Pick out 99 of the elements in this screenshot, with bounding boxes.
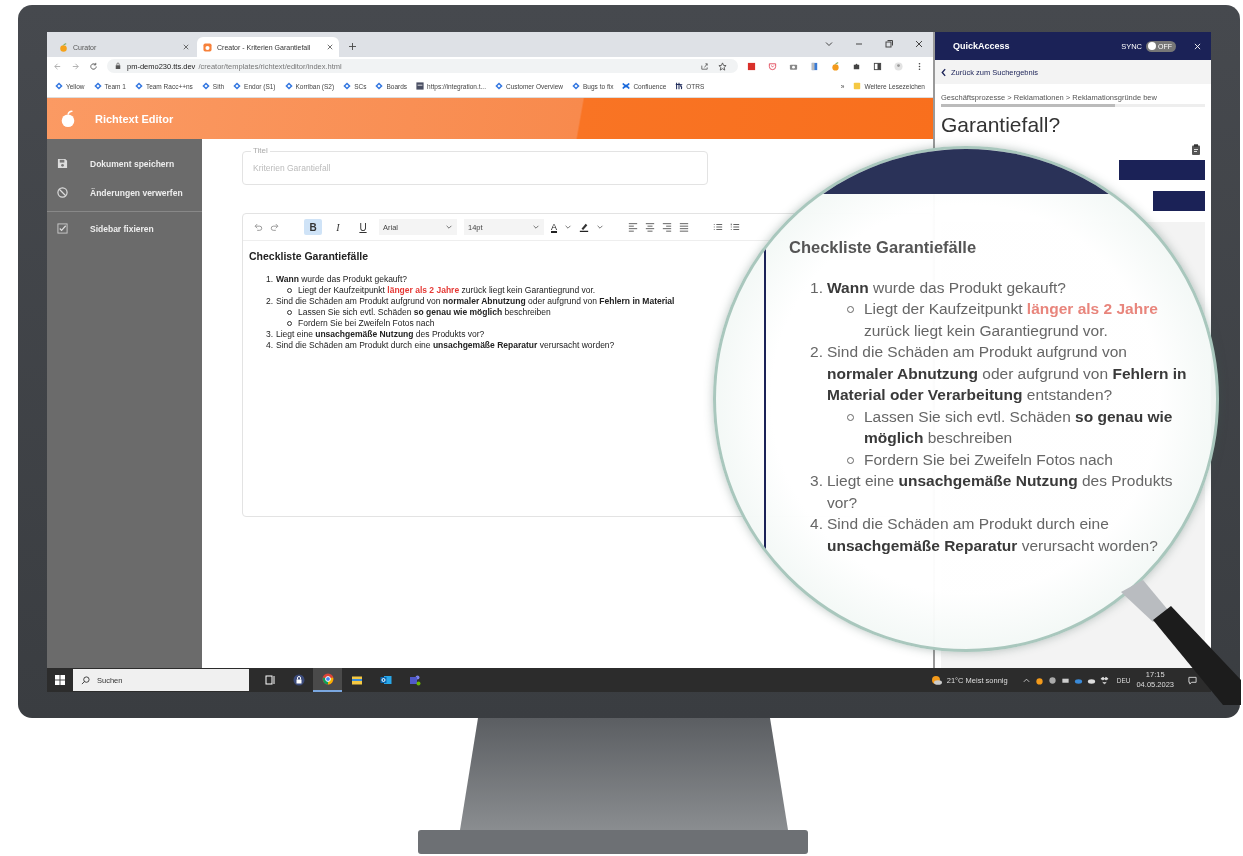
undo-icon[interactable] — [253, 222, 263, 232]
sidebar-item[interactable]: Änderungen verwerfen — [47, 178, 202, 207]
justify-icon[interactable] — [679, 222, 689, 232]
chevron-down-icon — [532, 223, 540, 231]
align-right-icon[interactable] — [662, 222, 672, 232]
reload-icon[interactable] — [89, 61, 98, 71]
highlighter-icon[interactable] — [579, 222, 589, 232]
magnified-heading: Checkliste Garantiefälle — [789, 237, 978, 258]
notification-icon[interactable] — [1188, 675, 1197, 685]
sun-cloud-icon — [930, 674, 943, 686]
list-number: 2. — [264, 296, 273, 307]
dropbox-icon[interactable] — [1099, 675, 1109, 685]
diamond-icon — [375, 82, 384, 90]
redo-icon[interactable] — [270, 222, 280, 232]
magnified-list-item: Liegt eine unsachgemäße Nutzung des Produkts vor? — [827, 471, 1174, 513]
diamond-icon — [284, 82, 293, 90]
mail-app-icon — [379, 674, 392, 686]
text-color-button[interactable]: A — [551, 222, 557, 232]
sidebar-item[interactable]: Dokument speichern — [47, 149, 202, 178]
magnified-list-item: Wann wurde das Produkt gekauft? — [827, 277, 1066, 298]
list-item-text: Liegt der Kaufzeitpunkt länger als 2 Jahre zurück liegt kein Garantiegrund vor. — [298, 285, 596, 296]
magnified-list-item: Sind die Schäden am Produkt aufgrund von normaler Abnutzung oder aufgrund von Fehlern in Material oder Verarbeitung entstanden? — [827, 342, 1188, 405]
lock-icon — [292, 674, 305, 686]
list-number: 1. — [264, 274, 273, 285]
list-item-text: Lassen Sie sich evtl. Schäden so genau wie möglich beschreiben — [298, 307, 551, 318]
logo-icon — [416, 82, 425, 90]
app-icon — [203, 42, 212, 52]
list-item-text: Sind die Schäden am Produkt aufgrund von normaler Abnutzung oder aufgrund von Fehlern in Material — [276, 296, 675, 307]
fruit-icon — [59, 42, 68, 52]
clipboard-icon[interactable] — [1191, 143, 1201, 156]
list-number: 4. — [809, 514, 823, 534]
task-view-icon — [263, 674, 276, 686]
chevron-down-icon[interactable] — [564, 223, 572, 231]
list-number: 1. — [809, 277, 823, 298]
list-number: 2. — [809, 342, 823, 362]
document-heading: Checkliste Garantiefälle — [249, 251, 370, 262]
prohibited-icon — [57, 187, 68, 198]
format-button[interactable]: B — [304, 219, 322, 235]
numbered-list-icon[interactable] — [730, 222, 740, 232]
team-app-icon — [408, 674, 421, 686]
fruit-icon[interactable] — [1034, 675, 1044, 685]
profile-icon[interactable] — [894, 61, 903, 71]
magnified-list-item: Liegt der Kaufzeitpunkt länger als 2 Jahre zurück liegt kein Garantiegrund vor. — [864, 299, 1159, 341]
list-item-text: Sind die Schäden am Produkt durch eine unsachgemäße Reparatur verursacht worden? — [276, 340, 615, 351]
lock-icon — [115, 62, 121, 70]
panel-title: QuickAccess — [953, 41, 1010, 51]
diamond-icon — [201, 82, 210, 90]
star-icon[interactable] — [718, 61, 727, 71]
diamond-icon — [233, 82, 242, 90]
share-icon[interactable] — [700, 61, 709, 71]
fruit-logo-icon — [59, 109, 77, 128]
chevron-down-icon[interactable] — [596, 223, 604, 231]
list-number: 4. — [264, 340, 273, 351]
chevron-down-icon — [445, 223, 453, 231]
diamond-icon — [343, 82, 352, 90]
side-panel-icon[interactable] — [873, 61, 882, 71]
folder-icon — [350, 674, 363, 686]
search-icon — [81, 675, 90, 685]
chevron-down-icon[interactable] — [824, 39, 834, 49]
puzzle-icon[interactable] — [852, 61, 861, 71]
extension-icon[interactable] — [810, 61, 819, 71]
app-title: Richtext Editor — [95, 112, 174, 125]
logo-icon — [675, 82, 684, 90]
new-tab-icon[interactable] — [349, 43, 356, 50]
tray-icon[interactable] — [1047, 675, 1057, 685]
chevron-left-icon — [941, 67, 946, 77]
taskbar-app[interactable] — [313, 668, 342, 692]
restore-icon[interactable] — [884, 39, 894, 49]
windows-start-icon[interactable] — [55, 675, 65, 685]
field-label: Titel — [251, 146, 270, 155]
align-left-icon[interactable] — [628, 222, 638, 232]
magnified-list-item: Lassen Sie sich evtl. Schäden so genau wie möglich beschreiben — [864, 406, 1174, 448]
format-button[interactable]: I — [329, 219, 347, 235]
bullet-list-icon[interactable] — [713, 222, 723, 232]
extension-icon[interactable] — [747, 61, 756, 71]
magnified-list-item: Sind die Schäden am Produkt durch eine unsachgemäße Reparatur verursacht worden? — [827, 514, 1159, 556]
align-center-icon[interactable] — [645, 222, 655, 232]
list-item-text: Liegt eine unsachgemäße Nutzung des Produkts vor? — [276, 329, 485, 340]
cross-logo-icon — [622, 82, 631, 90]
browser-icon — [321, 673, 334, 685]
close-icon[interactable] — [914, 39, 924, 49]
diamond-icon — [55, 82, 63, 90]
sidebar-item[interactable]: Sidebar fixieren — [47, 214, 202, 243]
list-number: 3. — [809, 471, 823, 491]
checked-checkbox-icon[interactable] — [57, 223, 68, 234]
folder-icon — [853, 82, 862, 90]
diamond-icon — [494, 82, 503, 90]
pocket-icon[interactable] — [768, 61, 777, 71]
scrollbar[interactable] — [941, 104, 1205, 107]
format-button[interactable]: U — [354, 219, 372, 235]
article-heading: Garantiefall? — [940, 112, 1062, 137]
diamond-icon — [93, 82, 102, 90]
list-number: 3. — [264, 329, 273, 340]
list-item-text: Fordern Sie bei Zweifeln Fotos nach — [298, 318, 435, 329]
save-icon — [57, 158, 68, 169]
list-item-text: Wann wurde das Produkt gekauft? — [276, 274, 408, 285]
diamond-icon — [134, 82, 143, 90]
diamond-icon — [572, 82, 581, 90]
magnified-list-item: Fordern Sie bei Zweifeln Fotos nach — [864, 449, 1113, 470]
